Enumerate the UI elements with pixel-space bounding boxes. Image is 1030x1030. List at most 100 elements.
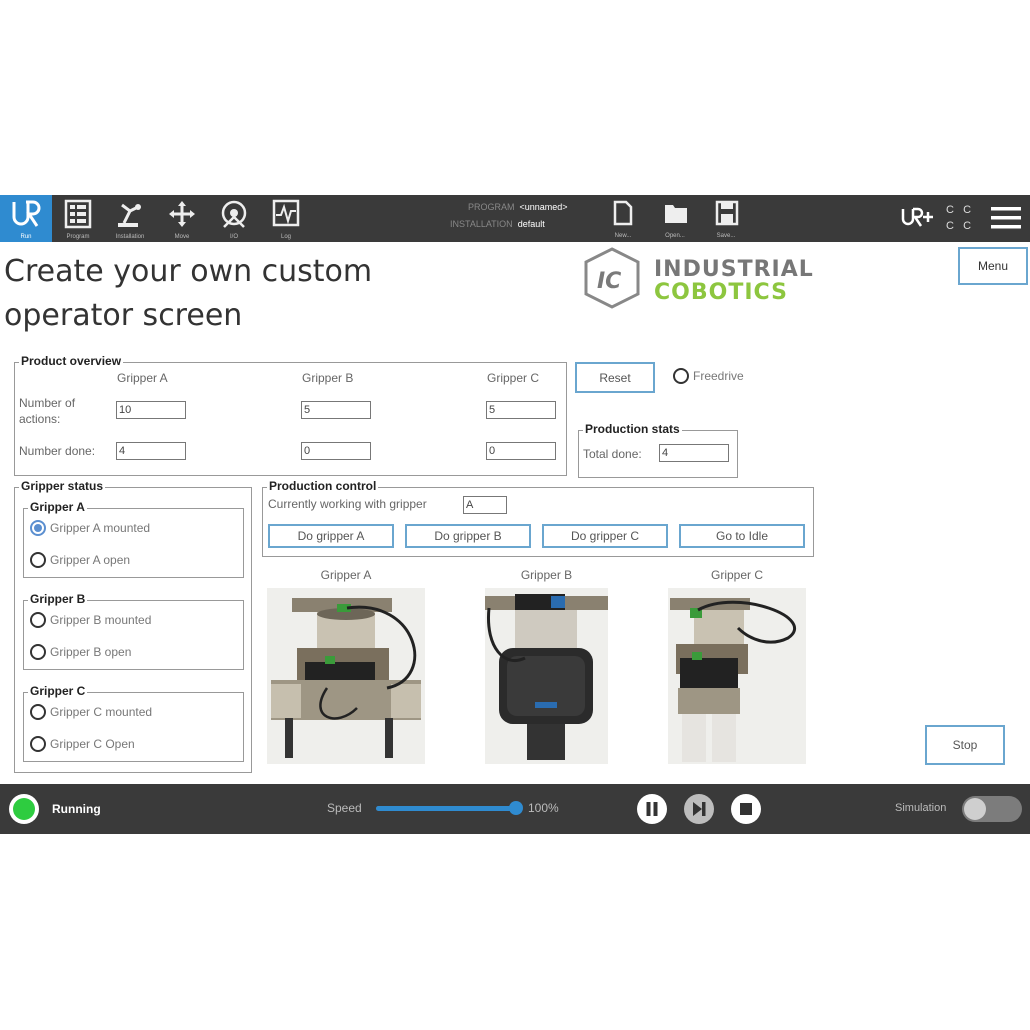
top-navigation-bar: Run Program Installation Move I/O Log PR… bbox=[0, 195, 1030, 242]
ur-plus-icon[interactable] bbox=[900, 206, 936, 230]
speed-slider-track[interactable] bbox=[376, 801, 523, 815]
gripper-a-group: Gripper A Gripper A mounted Gripper A op… bbox=[23, 500, 244, 578]
ic-hexagon-icon: IC bbox=[584, 247, 640, 309]
photo-caption-b: Gripper B bbox=[520, 568, 573, 582]
actions-a-field[interactable]: 10 bbox=[116, 401, 186, 419]
nav-io[interactable]: I/O bbox=[208, 195, 260, 242]
actions-b-field[interactable]: 5 bbox=[301, 401, 371, 419]
cc-3: C bbox=[946, 220, 954, 232]
col-gripper-b: Gripper B bbox=[302, 371, 354, 385]
gripper-b-open-label: Gripper B open bbox=[50, 645, 132, 659]
gripper-c-mounted-option[interactable]: Gripper C mounted bbox=[30, 703, 152, 721]
open-button[interactable]: Open... bbox=[655, 195, 695, 242]
nav-move-label: Move bbox=[174, 234, 190, 240]
stop-button[interactable]: Stop bbox=[925, 725, 1005, 765]
program-info: PROGRAM <unnamed> bbox=[468, 202, 568, 212]
speed-slider-thumb[interactable] bbox=[509, 801, 523, 815]
reset-button[interactable]: Reset bbox=[575, 362, 655, 393]
gripper-c-open-radio[interactable] bbox=[30, 736, 46, 752]
program-value: <unnamed> bbox=[519, 202, 568, 212]
production-control-group: Production control Currently working wit… bbox=[262, 479, 814, 557]
gripper-a-mounted-option[interactable]: Gripper A mounted bbox=[30, 519, 150, 537]
cc-4: C bbox=[963, 220, 972, 232]
gripper-c-mounted-radio[interactable] bbox=[30, 704, 46, 720]
done-b-field[interactable]: 0 bbox=[301, 442, 371, 460]
total-done-field[interactable]: 4 bbox=[659, 444, 729, 462]
actions-label-line-1: Number of bbox=[19, 396, 76, 410]
nav-log-label: Log bbox=[280, 234, 291, 240]
gripper-a-open-radio[interactable] bbox=[30, 552, 46, 568]
pause-icon[interactable] bbox=[637, 794, 667, 824]
simulation-toggle-knob bbox=[964, 798, 986, 820]
nav-io-label: I/O bbox=[229, 234, 238, 240]
save-button-label: Save... bbox=[716, 233, 736, 239]
gripper-status-group: Gripper status Gripper A Gripper A mount… bbox=[14, 479, 252, 773]
photo-caption-c: Gripper C bbox=[710, 568, 763, 582]
simulation-toggle[interactable] bbox=[962, 796, 1022, 822]
actions-c-field[interactable]: 5 bbox=[486, 401, 556, 419]
nav-run-label: Run bbox=[20, 234, 32, 240]
production-control-legend: Production control bbox=[267, 479, 379, 493]
gripper-b-mounted-radio[interactable] bbox=[30, 612, 46, 628]
gripper-status-legend: Gripper status bbox=[19, 479, 106, 493]
col-gripper-c: Gripper C bbox=[487, 371, 540, 385]
speed-label: Speed bbox=[327, 801, 362, 815]
new-button[interactable]: New... bbox=[603, 195, 643, 242]
simulation-label: Simulation bbox=[895, 802, 947, 814]
gripper-c-open-option[interactable]: Gripper C Open bbox=[30, 735, 135, 753]
hamburger-menu-icon[interactable] bbox=[990, 205, 1022, 231]
power-status-button[interactable] bbox=[9, 794, 39, 824]
io-icon bbox=[221, 200, 247, 228]
running-status-text: Running bbox=[52, 802, 101, 816]
step-icon[interactable] bbox=[684, 794, 714, 824]
done-c-field[interactable]: 0 bbox=[486, 442, 556, 460]
nav-run[interactable]: Run bbox=[0, 195, 52, 242]
photo-caption-a: Gripper A bbox=[320, 568, 372, 582]
go-to-idle-button[interactable]: Go to Idle bbox=[679, 524, 805, 548]
gripper-a-open-label: Gripper A open bbox=[50, 553, 131, 567]
open-folder-icon bbox=[665, 205, 687, 223]
save-button[interactable]: Save... bbox=[706, 195, 746, 242]
bottom-status-bar: Running Speed 100% Simulation bbox=[0, 784, 1030, 834]
gripper-a-mounted-label: Gripper A mounted bbox=[50, 521, 151, 535]
new-button-label: New... bbox=[614, 233, 632, 239]
speed-value: 100% bbox=[528, 801, 559, 815]
gripper-b-mounted-option[interactable]: Gripper B mounted bbox=[30, 611, 151, 629]
gripper-b-group: Gripper B Gripper B mounted Gripper B op… bbox=[23, 592, 244, 670]
new-file-icon bbox=[613, 200, 633, 226]
production-stats-legend: Production stats bbox=[583, 422, 682, 436]
freedrive-radio[interactable] bbox=[673, 368, 689, 384]
nav-move[interactable]: Move bbox=[156, 195, 208, 242]
gripper-c-photo bbox=[668, 588, 806, 764]
gripper-a-legend: Gripper A bbox=[28, 500, 87, 514]
do-gripper-a-button[interactable]: Do gripper A bbox=[268, 524, 394, 548]
done-a-field[interactable]: 4 bbox=[116, 442, 186, 460]
freedrive-label: Freedrive bbox=[693, 369, 744, 383]
nav-installation[interactable]: Installation bbox=[104, 195, 156, 242]
gripper-b-open-radio[interactable] bbox=[30, 644, 46, 660]
do-gripper-c-button[interactable]: Do gripper C bbox=[542, 524, 668, 548]
cc-indicator[interactable]: C C C C bbox=[946, 202, 980, 234]
page-title: Create your own custom operator screen bbox=[4, 250, 564, 338]
current-gripper-field[interactable]: A bbox=[463, 496, 507, 514]
menu-button[interactable]: Menu bbox=[958, 247, 1028, 285]
gripper-a-open-option[interactable]: Gripper A open bbox=[30, 551, 130, 569]
save-icon bbox=[715, 200, 739, 226]
gripper-b-open-option[interactable]: Gripper B open bbox=[30, 643, 131, 661]
gripper-c-mounted-label: Gripper C mounted bbox=[50, 705, 153, 719]
open-button-label: Open... bbox=[665, 233, 685, 239]
page-title-line-1: Create your own custom bbox=[4, 254, 373, 289]
gripper-c-group: Gripper C Gripper C mounted Gripper C Op… bbox=[23, 684, 244, 762]
nav-program[interactable]: Program bbox=[52, 195, 104, 242]
move-icon bbox=[169, 201, 195, 227]
gripper-a-mounted-radio[interactable] bbox=[30, 520, 46, 536]
gripper-c-legend: Gripper C bbox=[28, 684, 88, 698]
speed-slider-fill bbox=[376, 806, 516, 811]
nav-log[interactable]: Log bbox=[260, 195, 312, 242]
installation-icon bbox=[118, 203, 141, 227]
do-gripper-b-button[interactable]: Do gripper B bbox=[405, 524, 531, 548]
stop-icon[interactable] bbox=[731, 794, 761, 824]
current-gripper-label: Currently working with gripper bbox=[268, 497, 427, 511]
nav-program-label: Program bbox=[66, 234, 90, 240]
freedrive-toggle[interactable]: Freedrive bbox=[673, 367, 744, 385]
